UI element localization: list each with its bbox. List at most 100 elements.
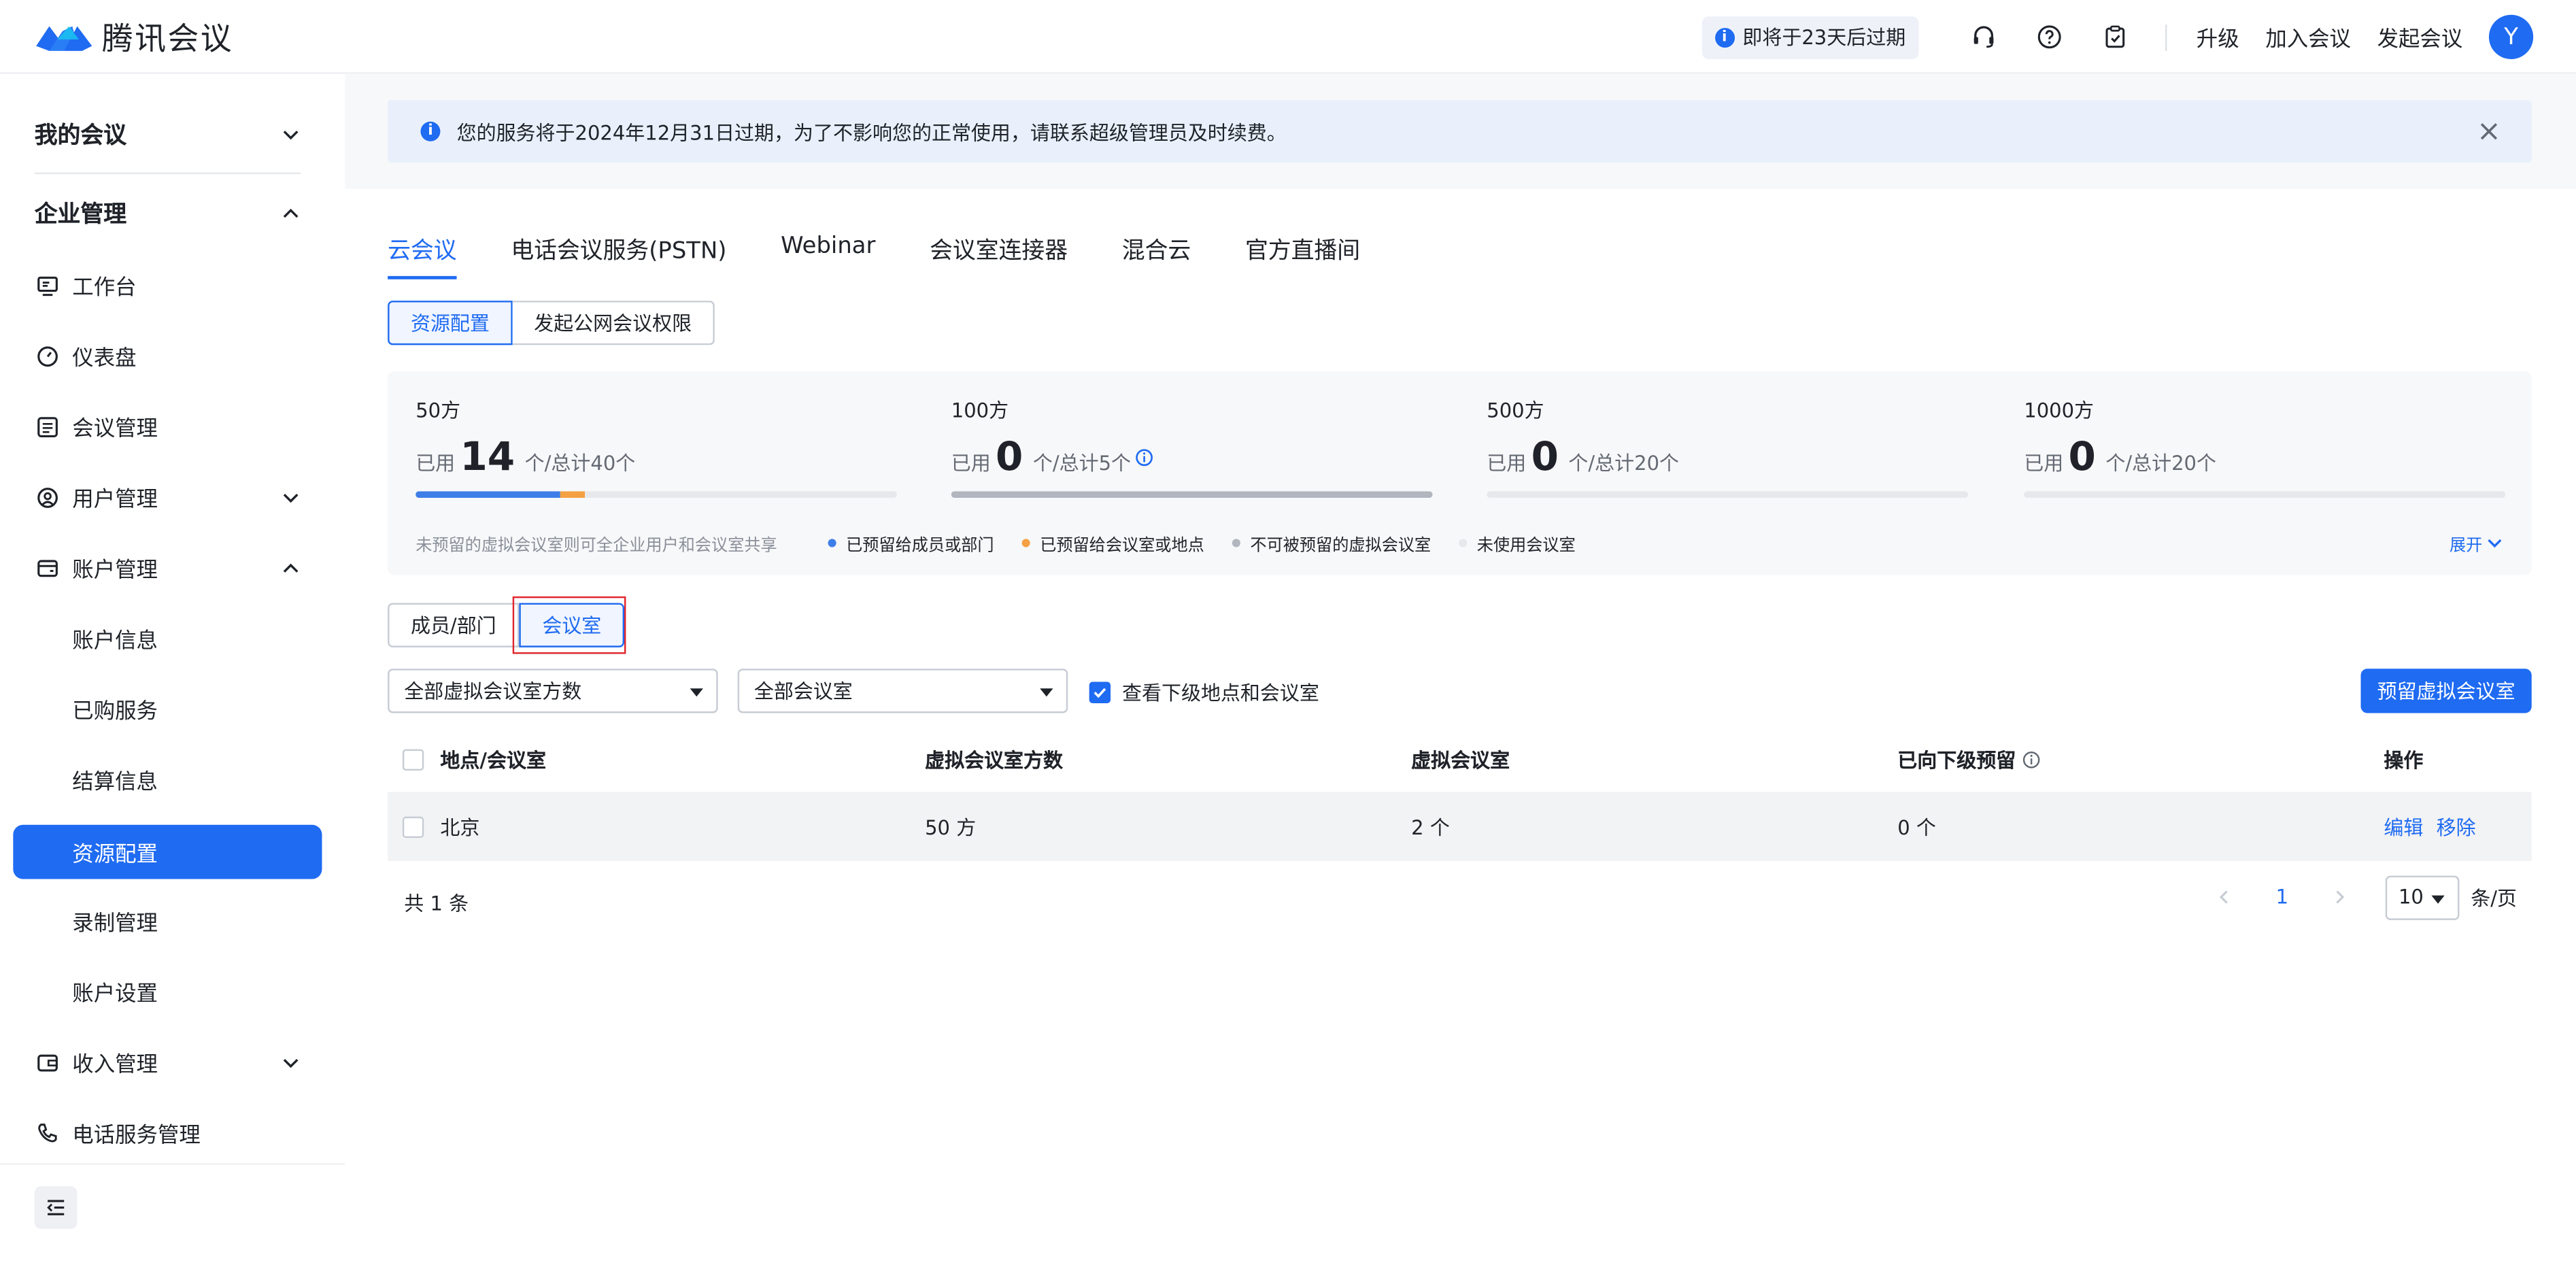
page-size-select[interactable]: 10	[2385, 875, 2460, 920]
collapse-sidebar-button[interactable]	[34, 1186, 78, 1230]
chevron-down-icon	[2488, 539, 2502, 548]
expire-notice-text: 即将于23天后过期	[1742, 26, 1906, 50]
row-checkbox[interactable]	[402, 815, 424, 837]
wallet-icon	[37, 559, 58, 577]
info-outline-icon[interactable]	[2022, 750, 2041, 769]
col-reserved: 已向下级预留	[1897, 726, 2040, 792]
stat-title: 100方	[951, 399, 1009, 422]
start-meeting-link[interactable]: 发起会议	[2377, 21, 2463, 52]
stat-used-label: 已用	[951, 452, 991, 475]
caret-down-icon	[690, 688, 703, 697]
expire-notice[interactable]: i 即将于23天后过期	[1701, 15, 1919, 58]
usage-bar	[416, 491, 898, 498]
legend-item: 已预留给成员或部门	[828, 530, 994, 556]
stat-used-label: 已用	[416, 452, 456, 475]
config-segment: 资源配置 发起公网会议权限	[388, 301, 715, 345]
stat-used-label: 已用	[2024, 452, 2064, 475]
caret-down-icon	[2431, 894, 2445, 903]
sidebar-item-dashboard[interactable]: 仪表盘	[13, 328, 322, 383]
close-icon[interactable]	[2476, 118, 2503, 145]
select-all-checkbox[interactable]	[402, 748, 424, 770]
segment-resource-config[interactable]: 资源配置	[388, 301, 513, 345]
sidebar-group-enterprise[interactable]: 企业管理	[35, 181, 301, 247]
room-select[interactable]: 全部会议室	[737, 669, 1068, 713]
include-sub-checkbox[interactable]: 查看下级地点和会议室	[1089, 679, 1319, 707]
sidebar-subitem-resource-config[interactable]: 资源配置	[13, 824, 322, 879]
chevron-left-icon[interactable]	[2217, 889, 2233, 905]
room-size-select[interactable]: 全部虚拟会议室方数	[388, 669, 718, 713]
table-row: 北京 50 方 2 个 0 个 编辑 移除	[388, 792, 2532, 861]
headset-icon[interactable]	[1952, 4, 2018, 70]
logo-text: 腾讯会议	[101, 20, 234, 57]
header-divider	[2165, 24, 2167, 50]
edit-link[interactable]: 编辑	[2384, 813, 2423, 841]
expand-button[interactable]: 展开	[2450, 530, 2504, 556]
tab-cloud-meeting[interactable]: 云会议	[388, 233, 457, 280]
chevron-up-icon	[283, 208, 299, 218]
sidebar-item-meeting-management[interactable]: 会议管理	[13, 399, 322, 454]
sidebar-item-label: 工作台	[72, 275, 137, 301]
stat-total: 个/总计5个	[1032, 452, 1132, 475]
join-meeting-link[interactable]: 加入会议	[2265, 21, 2351, 52]
sidebar-item-income-management[interactable]: 收入管理	[13, 1035, 322, 1090]
sidebar-item-workbench[interactable]: 工作台	[13, 258, 322, 312]
cell-reserved: 0 个	[1897, 815, 1936, 839]
legend-dot	[1021, 539, 1030, 547]
stat-used-value: 0	[996, 433, 1023, 480]
checkbox-label: 查看下级地点和会议室	[1121, 681, 1319, 705]
info-outline-icon[interactable]	[1136, 448, 1154, 466]
sidebar-subitem-account-info[interactable]: 账户信息	[13, 611, 322, 666]
usage-bar	[1487, 491, 1969, 498]
col-reserved-label: 已向下级预留	[1897, 748, 2016, 772]
expire-alert: i 您的服务将于2024年12月31日过期，为了不影响您的正常使用，请联系超级管…	[388, 100, 2532, 163]
app-root: 腾讯会议 i 即将于23天后过期 升级 加入会议 发起会议 Y 我的会议 企业管…	[0, 0, 2576, 1249]
col-location: 地点/会议室	[440, 748, 546, 772]
stat-used-value: 14	[460, 433, 515, 480]
alert-text: 您的服务将于2024年12月31日过期，为了不影响您的正常使用，请联系超级管理员…	[456, 120, 1287, 144]
sidebar-subitem-purchased-services[interactable]: 已购服务	[13, 682, 322, 737]
upgrade-link[interactable]: 升级	[2197, 21, 2239, 52]
select-value: 全部会议室	[753, 680, 853, 703]
legend-dot	[1459, 539, 1468, 547]
reserve-virtual-room-button[interactable]: 预留虚拟会议室	[2360, 669, 2532, 713]
remove-link[interactable]: 移除	[2437, 813, 2476, 841]
sidebar-subitem-billing-info[interactable]: 结算信息	[13, 752, 322, 807]
tab-pstn[interactable]: 电话会议服务(PSTN)	[511, 233, 726, 280]
stat-title: 1000方	[2024, 399, 2095, 422]
tab-live-room[interactable]: 官方直播间	[1245, 233, 1360, 280]
collapse-menu-icon	[47, 1200, 65, 1215]
tab-hybrid-cloud[interactable]: 混合云	[1122, 233, 1191, 280]
legend-label: 未使用会议室	[1476, 537, 1576, 556]
tab-room-connector[interactable]: 会议室连接器	[930, 233, 1068, 280]
chevron-right-icon[interactable]	[2331, 889, 2348, 905]
tencent-meeting-logo-icon	[36, 26, 92, 51]
clipboard-icon[interactable]	[2083, 4, 2149, 70]
stat-title: 500方	[1487, 399, 1544, 422]
logo[interactable]: 腾讯会议	[33, 14, 233, 58]
meeting-list-icon	[37, 416, 58, 437]
sidebar-item-account-management[interactable]: 账户管理	[13, 541, 322, 595]
tab-webinar[interactable]: Webinar	[781, 233, 875, 280]
toggle-members-departments[interactable]: 成员/部门	[388, 603, 520, 647]
cell-actions: 编辑 移除	[2384, 792, 2489, 860]
sidebar-subitem-recording-management[interactable]: 录制管理	[13, 894, 322, 948]
cell-virtual-rooms: 2 个	[1411, 815, 1450, 839]
phone-icon	[38, 1122, 57, 1142]
stat-title: 50方	[416, 399, 461, 422]
sidebar-item-user-management[interactable]: 用户管理	[13, 470, 322, 524]
sidebar-item-phone-service[interactable]: 电话服务管理	[13, 1106, 322, 1160]
sidebar-group-label: 我的会议	[34, 123, 127, 150]
checkbox-checked[interactable]	[1089, 681, 1111, 703]
help-icon[interactable]	[2017, 4, 2083, 70]
sidebar-item-label: 收入管理	[72, 1053, 158, 1078]
segment-public-meeting-permission[interactable]: 发起公网会议权限	[512, 301, 715, 345]
legend-label: 已预留给会议室或地点	[1040, 537, 1204, 556]
page-size-value: 10	[2398, 885, 2424, 909]
sidebar-item-label: 仪表盘	[72, 346, 137, 371]
sidebar-subitem-account-settings[interactable]: 账户设置	[13, 964, 322, 1019]
header-right: i 即将于23天后过期 升级 加入会议 发起会议 Y	[1701, 0, 2576, 74]
sidebar-item-label: 账户管理	[72, 558, 158, 584]
page-number[interactable]: 1	[2276, 885, 2288, 909]
sidebar-group-my-meetings[interactable]: 我的会议	[35, 102, 301, 168]
avatar[interactable]: Y	[2488, 14, 2534, 59]
